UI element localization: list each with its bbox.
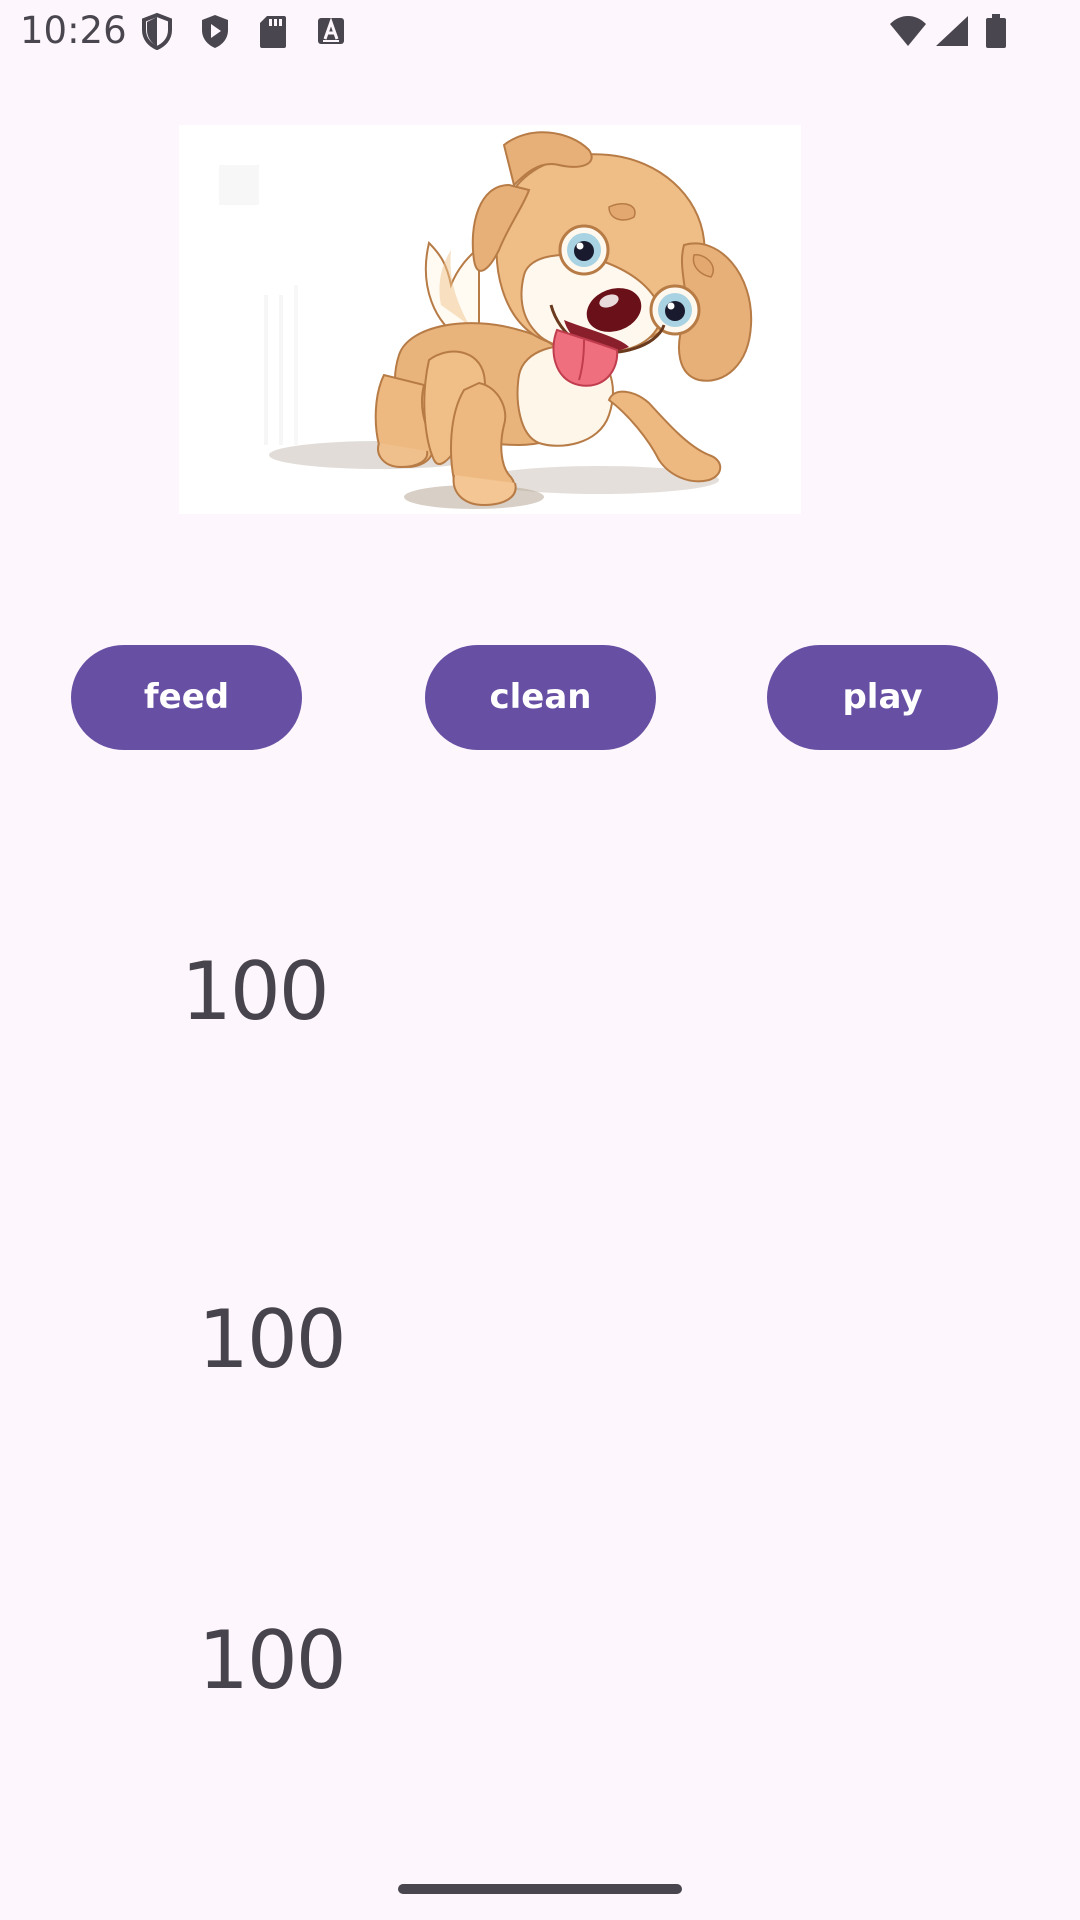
play-button[interactable]: play (767, 645, 998, 750)
feed-button[interactable]: feed (71, 645, 302, 750)
shield-outline-icon (142, 12, 172, 50)
cellular-signal-icon (936, 16, 968, 46)
stat-value-third: 100 (198, 1614, 347, 1707)
status-bar: 10:26 (0, 0, 1080, 62)
sd-card-icon (260, 16, 286, 48)
home-indicator[interactable] (398, 1884, 682, 1894)
font-a-icon (318, 17, 344, 44)
play-shield-icon (202, 15, 228, 48)
wifi-icon (890, 16, 926, 46)
stat-value-first: 100 (181, 945, 330, 1038)
battery-icon (986, 14, 1006, 48)
stat-value-second: 100 (198, 1293, 347, 1386)
clean-button[interactable]: clean (425, 645, 656, 750)
puppy-illustration (219, 131, 753, 509)
status-time: 10:26 (20, 9, 127, 52)
pet-image (179, 125, 801, 514)
